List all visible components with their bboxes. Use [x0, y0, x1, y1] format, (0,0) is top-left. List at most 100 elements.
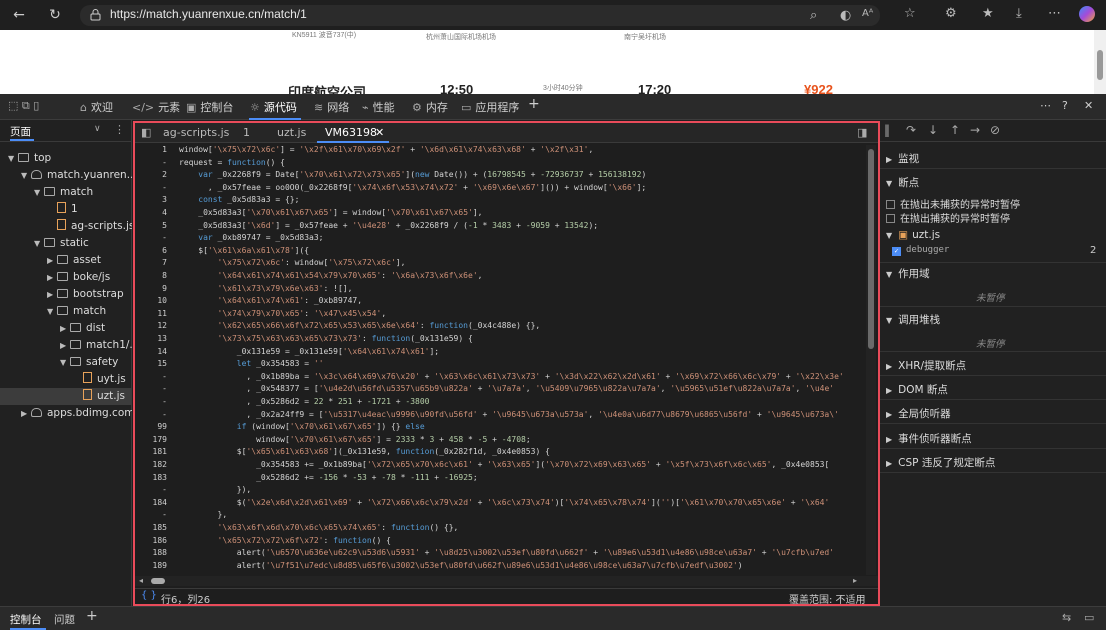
section-xhr-breakpoints[interactable]: ▶ XHR/提取断点 — [886, 358, 966, 373]
section-dom-breakpoints[interactable]: ▶ DOM 断点 — [886, 382, 948, 397]
line-number[interactable]: - — [162, 383, 167, 396]
line-number[interactable]: 179 — [153, 434, 167, 447]
line-number[interactable]: - — [162, 484, 167, 497]
step-out-icon[interactable]: ↑ — [950, 123, 960, 137]
code-line[interactable]: window['\x70\x61\x67\x65'] = 2333 * 3 + … — [179, 434, 531, 447]
code-line[interactable]: '\x61\x73\x79\x6e\x63': ![], — [179, 283, 353, 296]
tree-item[interactable]: ▼ match — [0, 303, 132, 320]
tree-item[interactable]: ▶ match1/... — [0, 337, 132, 354]
tree-item[interactable]: ▶ boke/js — [0, 269, 132, 286]
line-number[interactable]: 8 — [162, 270, 167, 283]
code-line[interactable]: alert('\u6570\u636e\u62c9\u53d6\u5931' +… — [179, 547, 834, 560]
url-text[interactable]: https://match.yuanrenxue.cn/match/1 — [110, 7, 307, 21]
section-scope[interactable]: ▼ 作用域 — [886, 266, 930, 281]
line-number[interactable]: 13 — [157, 333, 167, 346]
editor-tab-uzt[interactable]: uzt.js — [277, 126, 306, 139]
close-tab-icon[interactable]: ✕ — [375, 126, 384, 139]
line-number[interactable]: - — [162, 157, 167, 170]
editor-tab-ag-scripts[interactable]: ag-scripts.js — [163, 126, 229, 139]
line-gutter[interactable]: 1-2-3 4 5-6 7 8 9 10 11 12 13 14 15- - - -99 179 181 182 1… — [135, 144, 171, 582]
chevron-down-icon[interactable]: ∨ — [94, 124, 101, 134]
download-icon[interactable]: ⤓ — [1016, 6, 1022, 21]
collapsed-arrow-icon[interactable]: ▶ — [47, 286, 57, 303]
tab-network[interactable]: ≋ 网络 — [314, 99, 349, 115]
code-line[interactable]: }), — [179, 484, 251, 497]
tab-memory[interactable]: ⚙ 内存 — [412, 99, 448, 115]
more-options-icon[interactable]: ⋯ — [1040, 99, 1051, 112]
code-line[interactable]: '\x64\x61\x74\x61': _0xb89747, — [179, 295, 363, 308]
code-line[interactable]: , _0x1b89ba = '\x3c\x64\x69\x76\x20' + '… — [179, 371, 843, 384]
line-number[interactable]: - — [162, 182, 167, 195]
collapsed-arrow-icon[interactable]: ▶ — [47, 252, 57, 269]
tree-item[interactable]: ▼ top — [0, 150, 132, 167]
drawer-tab-console[interactable]: 控制台 — [10, 612, 42, 627]
code-line[interactable]: _0x131e59 = _0x131e59['\x64\x61\x74\x61'… — [179, 346, 439, 359]
dock-icon[interactable]: ⇆ — [1062, 611, 1071, 624]
pause-icon[interactable]: ‖ — [884, 123, 890, 137]
inspect-icon[interactable]: ⬚ ⧉ ▯ — [8, 99, 39, 113]
add-tab-icon[interactable]: + — [528, 96, 540, 112]
close-devtools-icon[interactable]: ✕ — [1084, 99, 1093, 112]
section-breakpoints[interactable]: ▼ 断点 — [886, 175, 919, 190]
step-into-icon[interactable]: ↓ — [928, 123, 938, 137]
code-line[interactable]: _0x5286d2 += -156 * -53 + -78 * -111 + -… — [179, 472, 478, 485]
pause-caught-checkbox[interactable]: 在抛出捕获的异常时暂停 — [886, 210, 1010, 225]
code-line[interactable]: , _0x2a24ff9 = ['\u5317\u4eac\u9996\u90f… — [179, 409, 838, 422]
tree-item[interactable]: ▼ safety — [0, 354, 132, 371]
code-line[interactable]: '\x62\x65\x66\x6f\x72\x65\x53\x65\x6e\x6… — [179, 320, 541, 333]
breakpoint-file[interactable]: ▼ ▣ uzt.js — [886, 229, 940, 241]
tree-item[interactable]: ▶ bootstrap — [0, 286, 132, 303]
help-icon[interactable]: ? — [1062, 99, 1068, 112]
code-line[interactable]: '\x73\x75\x63\x63\x65\x73\x73': function… — [179, 333, 473, 346]
address-bar[interactable]: https://match.yuanrenxue.cn/match/1 ⌕ ◐ … — [80, 5, 880, 26]
collapse-drawer-icon[interactable]: ▭ — [1084, 611, 1094, 624]
code-line[interactable]: $['\x65\x61\x63\x68'](_0x131e59, functio… — [179, 446, 550, 459]
format-icon[interactable]: { } — [141, 590, 157, 601]
code-line[interactable]: const _0x5d83a3 = {}; — [179, 194, 299, 207]
editor-tab-1[interactable]: 1 — [243, 126, 250, 139]
line-number[interactable]: - — [162, 371, 167, 384]
line-number[interactable]: - — [162, 509, 167, 522]
line-number[interactable]: 189 — [153, 560, 167, 573]
tab-performance[interactable]: ⌁ 性能 — [362, 99, 395, 115]
line-number[interactable]: 184 — [153, 497, 167, 510]
collapsed-arrow-icon[interactable]: ▶ — [47, 269, 57, 286]
code-area[interactable]: window['\x75\x72\x6c'] = '\x2f\x61\x70\x… — [179, 144, 863, 576]
copilot-icon[interactable] — [1079, 6, 1095, 22]
reload-icon[interactable]: ↻ — [44, 5, 66, 25]
line-number[interactable]: 99 — [157, 421, 167, 434]
line-number[interactable]: 14 — [157, 346, 167, 359]
line-number[interactable]: 10 — [157, 295, 167, 308]
editor-horizontal-scrollbar[interactable]: ◂ ▸ — [135, 576, 878, 586]
expanded-arrow-icon[interactable]: ▼ — [8, 150, 18, 167]
code-line[interactable]: '\x75\x72\x6c': window['\x75\x72\x6c'], — [179, 257, 406, 270]
line-number[interactable]: 2 — [162, 169, 167, 182]
line-number[interactable]: - — [162, 396, 167, 409]
code-line[interactable]: '\x65\x72\x72\x6f\x72': function() { — [179, 535, 391, 548]
site-info-icon[interactable] — [90, 9, 101, 21]
code-line[interactable]: $['\x61\x6a\x61\x78']({ — [179, 245, 309, 258]
tab-welcome[interactable]: ⌂ 欢迎 — [80, 99, 113, 115]
scroll-thumb[interactable] — [868, 149, 874, 349]
line-number[interactable]: 182 — [153, 459, 167, 472]
tree-item[interactable]: ▼ match — [0, 184, 132, 201]
tree-item[interactable]: ▶ apps.bdimg.com — [0, 405, 132, 422]
read-aloud-icon[interactable]: Aᴬ — [862, 8, 873, 19]
more-icon[interactable]: ⋮ — [114, 123, 125, 136]
code-line[interactable]: , _0x548377 = ['\u4e2d\u56fd\u5357\u65b9… — [179, 383, 834, 396]
code-line[interactable]: _0x5d83a3['\x70\x61\x67\x65'] = window['… — [179, 207, 482, 220]
line-number[interactable]: 9 — [162, 283, 167, 296]
code-line[interactable]: , _0x5286d2 = 22 * 251 + -1721 + -3800 — [179, 396, 429, 409]
scroll-thumb[interactable] — [151, 578, 165, 584]
tab-application[interactable]: ▭ 应用程序 — [461, 99, 519, 115]
code-line[interactable]: , _0x57feae = oo0O0(_0x2268f9['\x74\x6f\… — [179, 182, 646, 195]
toggle-debugger-icon[interactable]: ◨ — [857, 126, 867, 139]
add-drawer-tab-icon[interactable]: + — [86, 608, 98, 624]
editor-vertical-scrollbar[interactable] — [866, 145, 876, 575]
line-number[interactable]: 11 — [157, 308, 167, 321]
code-line[interactable]: var _0xb89747 = _0x5d83a3; — [179, 232, 323, 245]
tab-console[interactable]: ▣ 控制台 — [186, 99, 233, 115]
page-scrollbar[interactable] — [1094, 30, 1106, 94]
line-number[interactable]: 15 — [157, 358, 167, 371]
code-line[interactable]: window['\x75\x72\x6c'] = '\x2f\x61\x70\x… — [179, 144, 593, 157]
